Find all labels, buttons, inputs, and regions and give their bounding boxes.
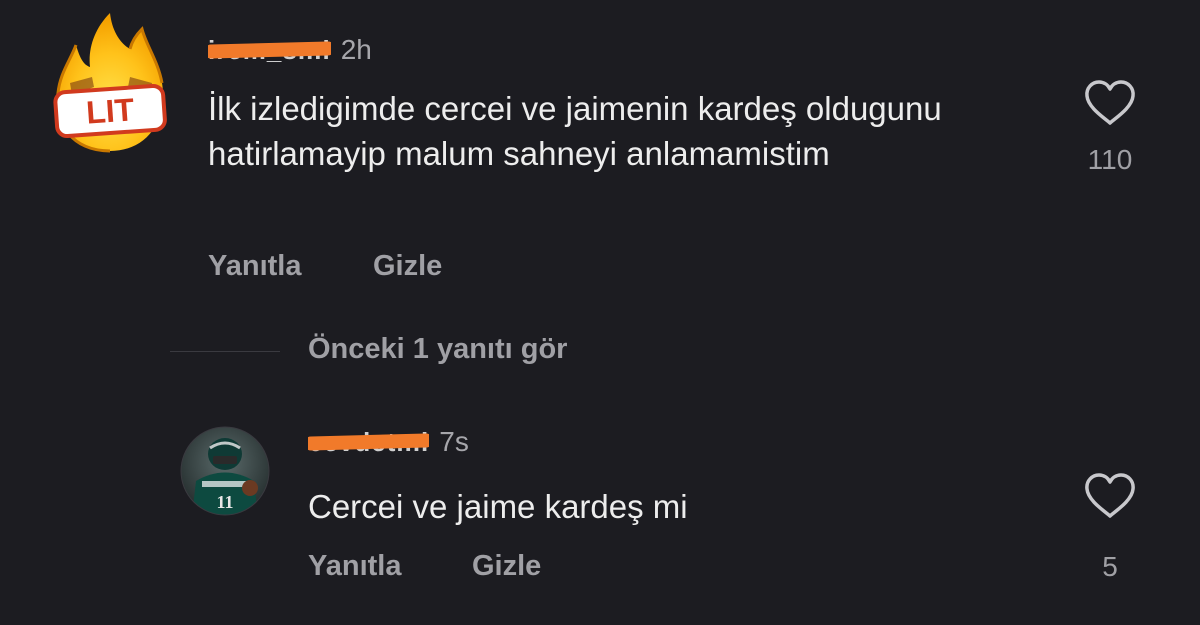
avatar-football-player[interactable]: 11 <box>180 426 270 516</box>
like-count: 5 <box>1102 551 1118 582</box>
view-previous-replies[interactable]: Önceki 1 yanıtı gör <box>308 333 567 366</box>
heart-icon[interactable] <box>1084 473 1136 519</box>
reply-text: Cercei ve jaime kardeş mi <box>308 488 688 525</box>
like-count: 110 <box>1087 144 1133 175</box>
timestamp: 7s <box>439 426 469 457</box>
like-column: 5 <box>1080 473 1140 583</box>
heart-icon[interactable] <box>1084 80 1136 126</box>
fire-icon: LIT <box>53 13 167 153</box>
hide-button[interactable]: Gizle <box>373 250 442 283</box>
username[interactable]: irem_s...i <box>208 35 331 65</box>
username[interactable]: cevdet...l <box>308 427 430 457</box>
thread-divider <box>170 351 280 352</box>
comment-text: İlk izledigimde cercei ve jaimenin karde… <box>208 90 942 172</box>
timestamp: 2h <box>340 34 372 65</box>
comment-header: irem_s...i 2h <box>208 30 372 70</box>
like-column: 110 <box>1080 80 1140 176</box>
reply-button[interactable]: Yanıtla <box>208 250 302 283</box>
reply-button[interactable]: Yanıtla <box>308 550 402 583</box>
avatar-lit-fire[interactable]: LIT <box>50 5 170 153</box>
jersey-number: 11 <box>216 492 233 512</box>
lit-badge-text: LIT <box>85 91 136 130</box>
hide-button[interactable]: Gizle <box>472 550 541 583</box>
reply-header: cevdet...l 7s <box>308 422 469 462</box>
